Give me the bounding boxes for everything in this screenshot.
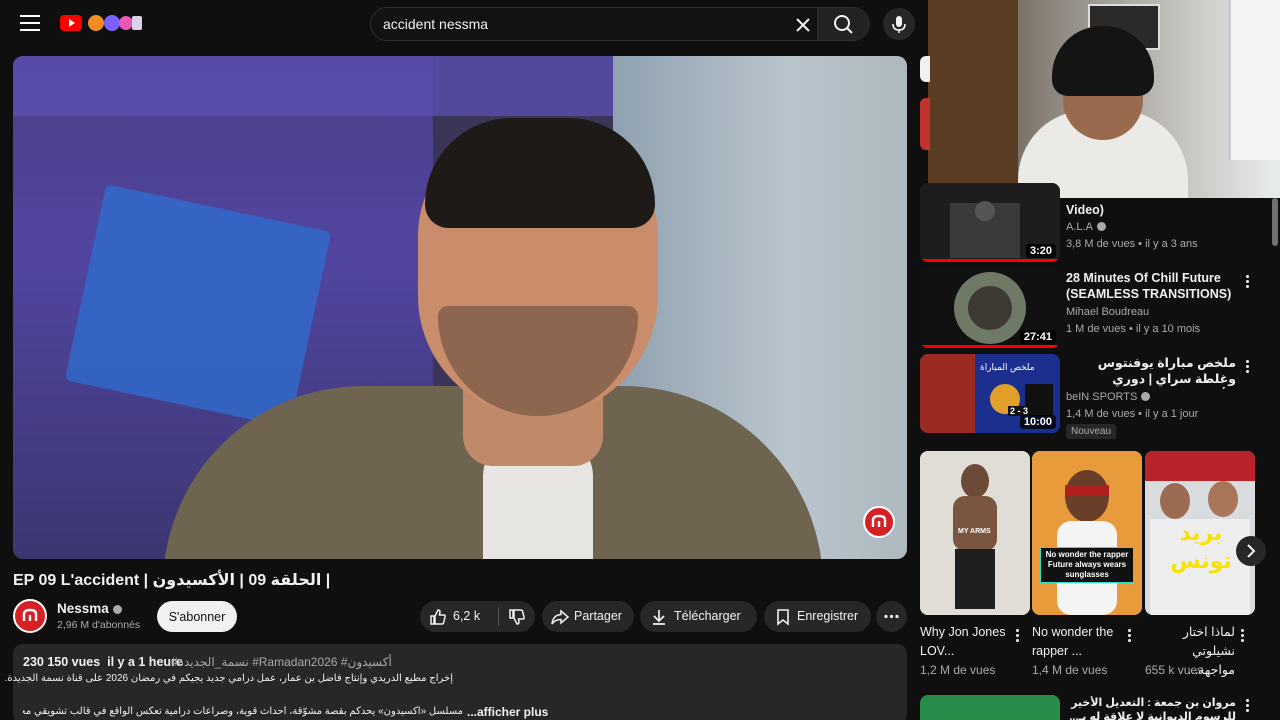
short-views: 655 k vues: [1145, 663, 1204, 677]
recommendation-item[interactable]: 3:20 Video) A.L.A 3,8 M de vues • il y a…: [920, 183, 1270, 263]
short-item[interactable]: بريد تونس لماذا اختار نشيلوتي مواجهة... …: [1145, 451, 1255, 677]
clear-icon[interactable]: [791, 13, 815, 37]
video-title: EP 09 L'accident | الحلقة 09 | الأكسيدون…: [13, 572, 331, 589]
short-views: 1,4 M de vues: [1032, 663, 1108, 677]
search-button[interactable]: [817, 8, 869, 40]
channel-name[interactable]: A.L.A: [1066, 221, 1106, 233]
more-options-icon[interactable]: [1240, 697, 1254, 717]
subscriber-count: 2,96 M d'abonnés: [57, 619, 141, 631]
verified-icon: [1141, 392, 1151, 401]
more-horizontal-icon: [884, 614, 899, 619]
more-options-icon[interactable]: [1235, 627, 1249, 647]
description-text: مسلسل «أكسيدون» يحدكم بقصة مشوّقة، أحداث…: [23, 706, 463, 717]
short-views: 1,2 M de vues: [920, 663, 996, 677]
hamburger-menu-icon[interactable]: [18, 10, 42, 34]
search-box: [370, 7, 870, 41]
video-meta: 1 M de vues • il y a 10 mois: [1066, 323, 1201, 335]
video-duration: 27:41: [1019, 330, 1056, 344]
video-thumbnail[interactable]: 3:20: [920, 183, 1060, 262]
save-button[interactable]: Enregistrer: [764, 601, 871, 632]
video-thumbnail[interactable]: [920, 695, 1060, 720]
like-dislike-group: 6,2 k: [420, 601, 535, 632]
channel-watermark-logo[interactable]: [863, 506, 895, 538]
short-thumbnail[interactable]: بريد تونس: [1145, 451, 1255, 615]
recommendation-thumbnail[interactable]: [920, 98, 930, 150]
thumbnail-caption: ملخص المباراة: [980, 362, 1035, 372]
video-title[interactable]: مروان بن جمعة : التعديل الأخير للرسوم ال…: [1066, 696, 1236, 720]
hashtags[interactable]: #نسمة_الجديدة #Ramadan2026 #أكسيدون: [171, 655, 392, 669]
watch-progress-bar: [920, 345, 1060, 348]
more-options-icon[interactable]: [1240, 273, 1254, 293]
like-button[interactable]: 6,2 k: [420, 601, 498, 632]
chevron-right-icon: [1247, 544, 1256, 558]
video-description[interactable]: 230 150 vues il y a 1 heure #نسمة_الجديد…: [4, 644, 907, 720]
subscribe-button[interactable]: S'abonner: [157, 601, 237, 632]
short-title[interactable]: Why Jon Jones LOV...: [920, 623, 1010, 661]
shorts-next-button[interactable]: [1236, 536, 1266, 566]
share-icon: [551, 609, 570, 625]
channel-avatar[interactable]: [13, 599, 47, 633]
like-count: 6,2 k: [453, 609, 481, 623]
video-duration: 3:20: [1025, 244, 1056, 258]
video-thumbnail[interactable]: ملخص المباراة 2 - 3 10:00: [920, 354, 1060, 433]
youtube-logo[interactable]: [60, 12, 144, 34]
new-badge: Nouveau: [1066, 424, 1117, 439]
short-item[interactable]: MY ARMS Why Jon Jones LOV... 1,2 M de vu…: [920, 451, 1030, 677]
microphone-icon: [892, 16, 906, 33]
bookmark-icon: [777, 609, 789, 626]
channel-name[interactable]: Nessma: [57, 601, 122, 616]
recommendation-item[interactable]: 27:41 28 Minutes Of Chill Future (SEAMLE…: [920, 269, 1270, 349]
short-item[interactable]: No wonder the rapper Future always wears…: [1032, 451, 1142, 677]
more-options-icon[interactable]: [1010, 627, 1024, 647]
channel-name[interactable]: Mihael Boudreau: [1066, 306, 1149, 318]
video-player[interactable]: [13, 56, 907, 559]
video-duration: 10:00: [1019, 415, 1056, 429]
more-options-icon[interactable]: [1240, 358, 1254, 378]
more-options-icon[interactable]: [1122, 627, 1136, 647]
short-title[interactable]: No wonder the rapper ...: [1032, 623, 1122, 661]
watch-progress-bar: [920, 259, 1060, 262]
download-button[interactable]: Télécharger: [640, 601, 757, 632]
dislike-button[interactable]: [499, 601, 535, 632]
sidebar-scrollbar[interactable]: [1272, 198, 1278, 246]
verified-icon: [1096, 222, 1106, 231]
view-stats: 230 150 vues il y a 1 heure: [23, 655, 183, 669]
video-title[interactable]: 28 Minutes Of Chill Future (SEAMLESS TRA…: [1066, 270, 1236, 302]
short-overlay-text: MY ARMS: [958, 528, 991, 535]
video-title[interactable]: ملخص مباراة يوفنتوس وغلطة سراي | دوري ال…: [1066, 355, 1236, 389]
thumbs-down-icon: [509, 609, 525, 625]
download-icon: [653, 610, 665, 625]
recommendation-item[interactable]: مروان بن جمعة : التعديل الأخير للرسوم ال…: [920, 695, 1270, 720]
short-overlay-text: بريد تونس: [1170, 520, 1232, 573]
description-text: إخراج مطيع الدريدي وإنتاج فاضل بن عمار، …: [4, 673, 453, 684]
video-thumbnail[interactable]: 27:41: [920, 269, 1060, 348]
thumbs-up-icon: [430, 609, 446, 625]
show-more-link[interactable]: ...afficher plus: [467, 705, 548, 719]
voice-search-button[interactable]: [883, 8, 915, 40]
short-thumbnail[interactable]: No wonder the rapper Future always wears…: [1032, 451, 1142, 615]
short-overlay-text: No wonder the rapper Future always wears…: [1040, 547, 1134, 583]
search-icon: [834, 15, 853, 34]
video-meta: 1,4 M de vues • il y a 1 jour: [1066, 408, 1199, 420]
recommendation-item[interactable]: ملخص المباراة 2 - 3 10:00 ملخص مباراة يو…: [920, 354, 1270, 439]
channel-name[interactable]: beIN SPORTS: [1066, 391, 1151, 403]
search-input[interactable]: [383, 13, 783, 35]
webcam-overlay: [928, 0, 1280, 198]
share-button[interactable]: Partager: [542, 601, 634, 632]
verified-icon: [112, 605, 122, 614]
video-title[interactable]: Video): [1066, 202, 1236, 218]
short-thumbnail[interactable]: MY ARMS: [920, 451, 1030, 615]
more-actions-button[interactable]: [876, 601, 907, 632]
video-meta: 3,8 M de vues • il y a 3 ans: [1066, 238, 1198, 250]
filter-chip[interactable]: [920, 56, 930, 82]
